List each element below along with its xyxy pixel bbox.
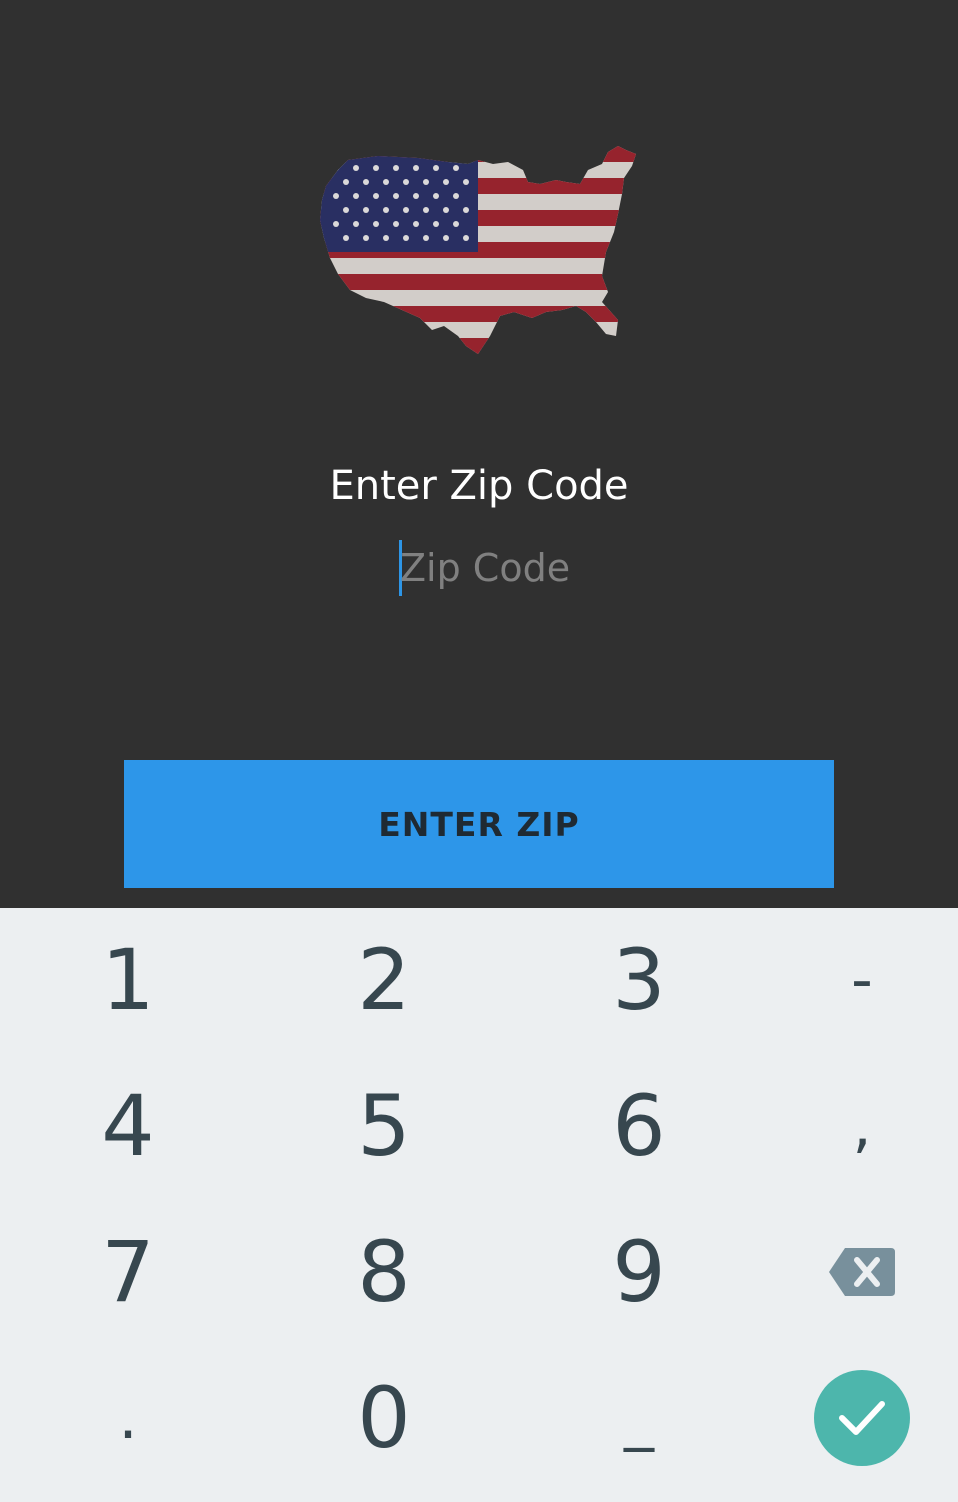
screen: Enter Zip Code ENTER ZIP 1 2 3 - 4 5 6 ,…: [0, 0, 958, 1502]
key-dash[interactable]: -: [762, 910, 958, 1050]
key-1[interactable]: 1: [28, 910, 228, 1050]
backspace-key[interactable]: [762, 1202, 958, 1342]
key-comma[interactable]: ,: [762, 1056, 958, 1196]
page-title: Enter Zip Code: [329, 463, 629, 509]
done-key[interactable]: [762, 1348, 958, 1488]
zip-input-wrapper[interactable]: [380, 538, 600, 598]
key-5[interactable]: 5: [284, 1056, 484, 1196]
key-period[interactable]: .: [28, 1348, 228, 1488]
key-4[interactable]: 4: [28, 1056, 228, 1196]
usa-flag-map-logo: [320, 146, 636, 354]
key-9[interactable]: 9: [539, 1202, 739, 1342]
key-8[interactable]: 8: [284, 1202, 484, 1342]
key-7[interactable]: 7: [28, 1202, 228, 1342]
key-0[interactable]: 0: [284, 1348, 484, 1488]
zip-code-input[interactable]: [400, 538, 600, 598]
enter-zip-button[interactable]: ENTER ZIP: [124, 760, 834, 888]
done-button[interactable]: [814, 1370, 910, 1466]
key-underscore[interactable]: _: [539, 1348, 739, 1488]
check-icon: [839, 1401, 885, 1435]
key-2[interactable]: 2: [284, 910, 484, 1050]
numeric-keyboard: 1 2 3 - 4 5 6 , 7 8 9 . 0 _: [0, 908, 958, 1502]
app-area: Enter Zip Code ENTER ZIP: [0, 0, 958, 908]
key-3[interactable]: 3: [539, 910, 739, 1050]
key-6[interactable]: 6: [539, 1056, 739, 1196]
backspace-icon: [829, 1248, 895, 1296]
